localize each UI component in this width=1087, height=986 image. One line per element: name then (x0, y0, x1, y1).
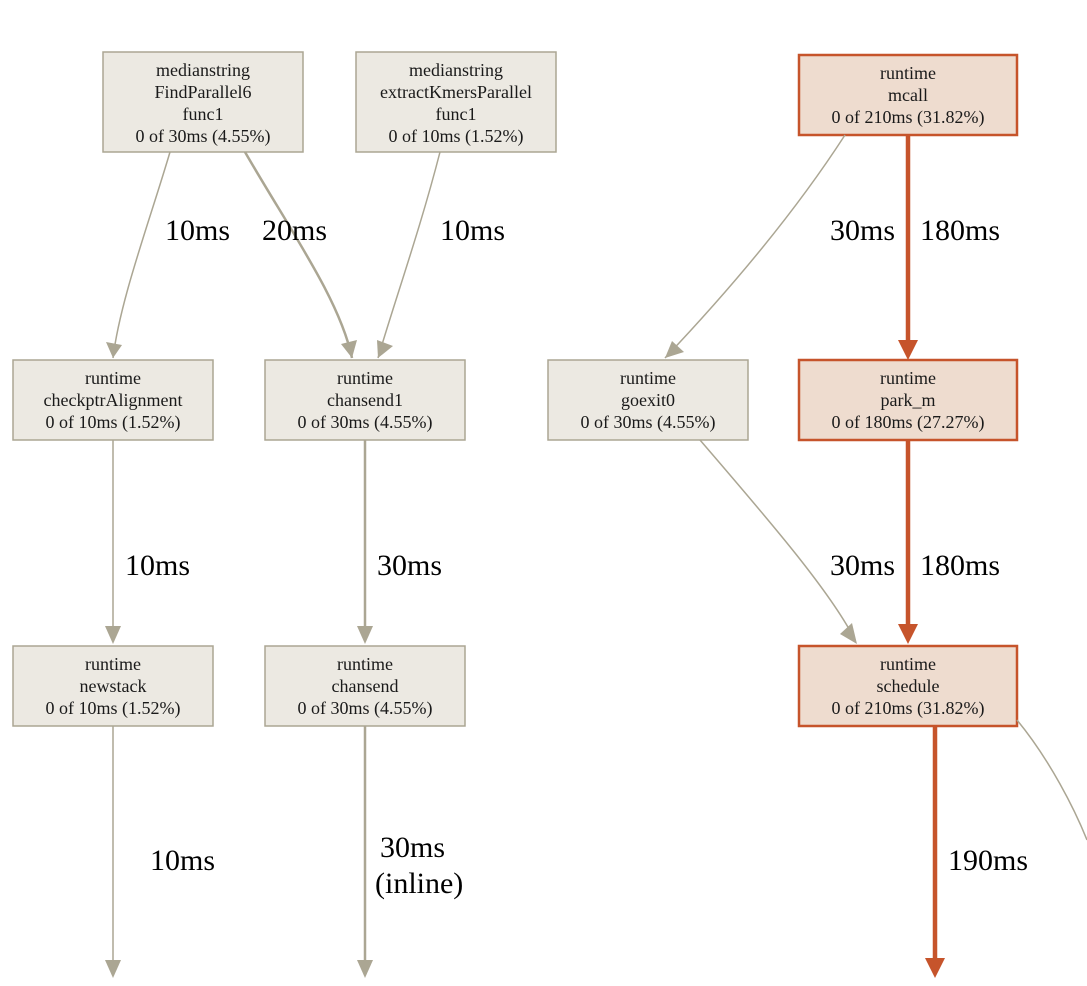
node-label: goexit0 (621, 390, 675, 410)
arrow-icon (840, 623, 857, 644)
arrow-icon (925, 958, 945, 978)
node-label: extractKmersParallel (380, 82, 532, 102)
edge-label: 10ms (150, 844, 215, 877)
node-runtime-mcall[interactable]: runtime mcall 0 of 210ms (31.82%) (799, 55, 1017, 135)
arrow-icon (377, 340, 393, 358)
node-label: runtime (337, 654, 393, 674)
node-medianstring-extractkmersparallel[interactable]: medianstring extractKmersParallel func1 … (356, 52, 556, 152)
node-label: medianstring (409, 60, 503, 80)
edge-label: 180ms (920, 214, 1000, 247)
node-label: 0 of 10ms (1.52%) (46, 698, 181, 719)
node-runtime-chansend1[interactable]: runtime chansend1 0 of 30ms (4.55%) (265, 360, 465, 440)
node-label: runtime (337, 368, 393, 388)
edge-label: 180ms (920, 549, 1000, 582)
node-label: func1 (436, 104, 477, 124)
node-label: 0 of 210ms (31.82%) (832, 698, 985, 719)
node-label: func1 (183, 104, 224, 124)
node-runtime-goexit0[interactable]: runtime goexit0 0 of 30ms (4.55%) (548, 360, 748, 440)
node-label: runtime (85, 368, 141, 388)
edge (113, 152, 170, 358)
node-label: runtime (85, 654, 141, 674)
edge (378, 152, 440, 358)
arrow-icon (665, 341, 684, 358)
node-label: runtime (620, 368, 676, 388)
node-label: 0 of 180ms (27.27%) (832, 412, 985, 433)
node-label: park_m (881, 390, 936, 410)
node-label: 0 of 30ms (4.55%) (298, 412, 433, 433)
node-label: 0 of 210ms (31.82%) (832, 107, 985, 128)
edge (700, 440, 855, 640)
node-label: newstack (80, 676, 147, 696)
edge-label: 10ms (165, 214, 230, 247)
node-label: 0 of 30ms (4.55%) (298, 698, 433, 719)
node-label: chansend (332, 676, 399, 696)
node-label: 0 of 30ms (4.55%) (136, 126, 271, 147)
node-label: 0 of 10ms (1.52%) (46, 412, 181, 433)
node-runtime-chansend[interactable]: runtime chansend 0 of 30ms (4.55%) (265, 646, 465, 726)
node-label: chansend1 (327, 390, 403, 410)
edge-label: 10ms (125, 549, 190, 582)
node-medianstring-findparallel6[interactable]: medianstring FindParallel6 func1 0 of 30… (103, 52, 303, 152)
node-runtime-schedule[interactable]: runtime schedule 0 of 210ms (31.82%) (799, 646, 1017, 726)
arrow-icon (105, 960, 121, 978)
arrow-icon (898, 340, 918, 360)
node-label: FindParallel6 (155, 82, 252, 102)
node-label: medianstring (156, 60, 250, 80)
edge-label: 10ms (440, 214, 505, 247)
node-runtime-newstack[interactable]: runtime newstack 0 of 10ms (1.52%) (13, 646, 213, 726)
node-label: runtime (880, 63, 936, 83)
arrow-icon (898, 624, 918, 644)
node-label: 0 of 10ms (1.52%) (389, 126, 524, 147)
node-label: runtime (880, 368, 936, 388)
node-runtime-checkptralignment[interactable]: runtime checkptrAlignment 0 of 10ms (1.5… (13, 360, 213, 440)
arrow-icon (357, 626, 373, 644)
node-label: runtime (880, 654, 936, 674)
edge-label: 30ms (830, 549, 895, 582)
edge-label: 30ms (380, 831, 445, 864)
edge-label: 30ms (830, 214, 895, 247)
edge-label: 30ms (377, 549, 442, 582)
edge-label: 20ms (262, 214, 327, 247)
arrow-icon (105, 626, 121, 644)
arrow-icon (106, 342, 122, 358)
node-label: checkptrAlignment (44, 390, 183, 410)
arrow-icon (357, 960, 373, 978)
edge-label: 190ms (948, 844, 1028, 877)
node-runtime-park-m[interactable]: runtime park_m 0 of 180ms (27.27%) (799, 360, 1017, 440)
edge (665, 135, 845, 358)
edge (245, 152, 352, 358)
node-label: 0 of 30ms (4.55%) (581, 412, 716, 433)
arrow-icon (341, 340, 357, 358)
edge-label: (inline) (375, 867, 463, 900)
node-label: schedule (877, 676, 940, 696)
edge (1017, 720, 1087, 840)
node-label: mcall (888, 85, 928, 105)
